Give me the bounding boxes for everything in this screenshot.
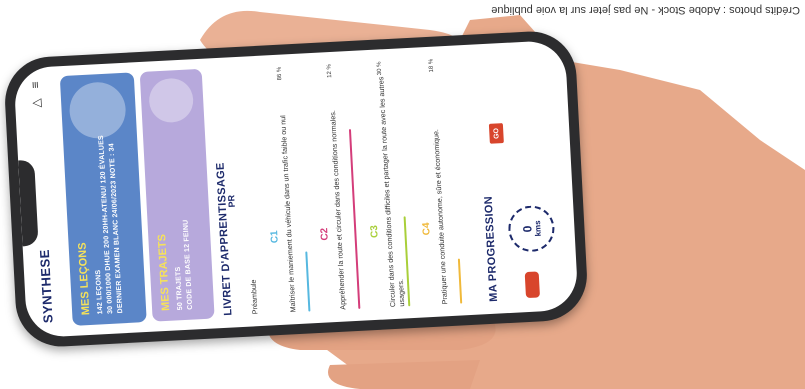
competence-code: C1: [269, 230, 281, 244]
km-gauge: 0 kms: [507, 204, 556, 253]
competence-c2[interactable]: C2 Appréhender la route et circuler dans…: [319, 63, 361, 310]
competence-bar: [457, 258, 463, 304]
competence-text: Appréhender la route et circuler dans de…: [327, 109, 348, 310]
km-value: 0: [519, 225, 535, 233]
app-view: SYNTHESE △ ≡ MES LEÇONS 142 LEÇONS 30 00…: [13, 40, 578, 339]
menu-icon[interactable]: ≡: [28, 81, 42, 89]
competence-pct: 12 %: [326, 63, 334, 78]
competence-c4[interactable]: C4 Pratiquer une conduite autonome, sûre…: [421, 58, 463, 305]
competence-code: C2: [319, 227, 331, 241]
competence-code: C3: [369, 224, 381, 239]
competence-c3[interactable]: C3 Circuler dans des conditions difficil…: [369, 61, 411, 308]
go-sign: GO: [488, 123, 504, 144]
competence-bar: [348, 129, 361, 309]
pr-label: PR: [226, 194, 237, 208]
competence-c1[interactable]: C1 Maîtriser le maniement du véhicule da…: [269, 66, 311, 313]
competence-text: Pratiquer une conduite autonome, sûre et…: [431, 128, 450, 305]
page-title: SYNTHESE: [36, 248, 56, 324]
lessons-card[interactable]: MES LEÇONS 142 LEÇONS 30 000/1000 DHUE 2…: [59, 72, 147, 326]
phone: SYNTHESE △ ≡ MES LEÇONS 142 LEÇONS 30 00…: [2, 29, 590, 349]
trips-card[interactable]: MES TRAJETS 50 TRAJETS CODE DE BASE 12 F…: [139, 68, 215, 322]
competence-pct: 86 %: [276, 66, 284, 81]
progression-title: MA PROGRESSION: [482, 195, 501, 303]
competence-pct: 18 %: [428, 58, 436, 73]
phone-screen: SYNTHESE △ ≡ MES LEÇONS 142 LEÇONS 30 00…: [13, 39, 579, 339]
competence-text: Maîtriser le maniement du véhicule dans …: [278, 114, 298, 313]
competence-code: C4: [420, 222, 433, 236]
car-icon: [524, 271, 541, 299]
preambule[interactable]: Préambule: [238, 68, 260, 314]
competence-bar: [305, 251, 311, 312]
competence-text: Circuler dans des conditions difficiles …: [376, 76, 407, 308]
bell-icon[interactable]: △: [29, 98, 43, 108]
livret-title: LIVRET D'APPRENTISSAGE: [214, 162, 235, 317]
competence-pct: 30 %: [376, 61, 384, 76]
km-unit: kms: [532, 220, 543, 237]
